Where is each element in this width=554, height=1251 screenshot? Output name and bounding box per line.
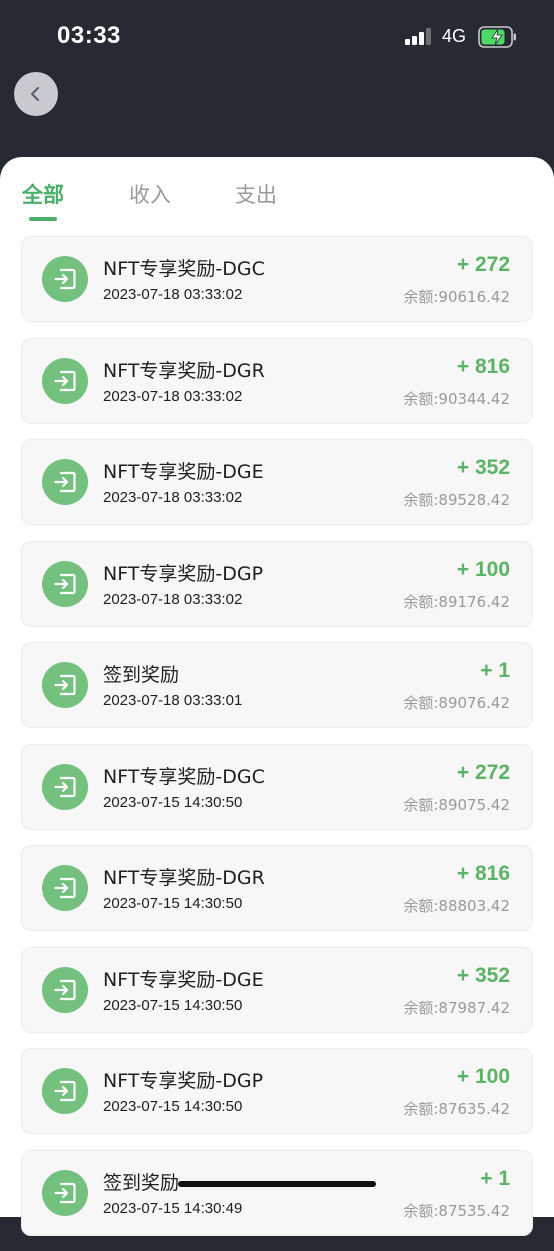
transaction-row[interactable]: NFT专享奖励-DGP 2023-07-18 03:33:02 + 100 余额:89… (21, 540, 533, 627)
filter-tabs: 全部 收入 支出 (0, 157, 554, 227)
transaction-balance: 余额:87635.42 (403, 1100, 510, 1118)
transaction-title: NFT专享奖励-DGP (103, 562, 264, 585)
transaction-balance: 余额:89528.42 (403, 491, 510, 509)
transaction-row[interactable]: 签到奖励 2023-07-15 14:30:49 + 1 余额:87535.42 (21, 1149, 533, 1236)
transaction-balance: 余额:90344.42 (403, 389, 510, 408)
sign-in-icon (42, 662, 88, 708)
sign-in-icon (42, 459, 88, 505)
transaction-row[interactable]: NFT专享奖励-DGC 2023-07-15 14:30:50 + 272 余额:89… (21, 743, 533, 830)
transaction-balance: 余额:87535.42 (403, 1201, 510, 1220)
transaction-time: 2023-07-15 14:30:50 (103, 895, 243, 912)
sign-in-icon (42, 1068, 88, 1114)
transaction-balance: 余额:89076.42 (403, 694, 510, 712)
sign-in-icon (42, 357, 88, 404)
transaction-time: 2023-07-18 03:33:02 (103, 489, 243, 506)
transaction-title: 签到奖励 (103, 1171, 180, 1194)
transaction-row[interactable]: NFT专享奖励-DGR 2023-07-18 03:33:02 + 816 余额:90… (21, 337, 533, 424)
transaction-time: 2023-07-18 03:33:02 (103, 286, 243, 303)
transaction-time: 2023-07-18 03:33:02 (103, 387, 243, 405)
transaction-amount: + 100 (456, 1065, 510, 1088)
transaction-time: 2023-07-15 14:30:50 (103, 1098, 243, 1115)
transaction-time: 2023-07-15 14:30:49 (103, 1199, 243, 1217)
transaction-balance: 余额:89176.42 (403, 592, 510, 611)
transaction-title: NFT专享奖励-DGP (103, 1070, 264, 1092)
network-type: 4G (442, 26, 467, 46)
transaction-amount: + 352 (456, 456, 510, 479)
transaction-title: NFT专享奖励-DGE (103, 968, 264, 991)
chevron-left-icon (31, 87, 39, 101)
back-button[interactable] (14, 72, 58, 116)
transaction-amount: + 816 (456, 354, 510, 378)
transaction-amount: + 272 (456, 253, 510, 276)
signal-icon (405, 28, 431, 45)
sign-in-icon (42, 763, 88, 810)
transaction-row[interactable]: NFT专享奖励-DGP 2023-07-15 14:30:50 + 100 余额:87… (21, 1048, 533, 1134)
transaction-title: NFT专享奖励-DGR (103, 867, 265, 889)
transaction-balance: 余额:88803.42 (403, 897, 510, 915)
transaction-title: NFT专享奖励-DGR (103, 359, 265, 382)
tab-all[interactable]: 全部 (22, 179, 64, 209)
transaction-amount: + 100 (456, 557, 510, 581)
sign-in-icon (42, 560, 88, 607)
transaction-amount: + 1 (480, 659, 510, 682)
transaction-time: 2023-07-18 03:33:02 (103, 590, 243, 608)
transaction-title: NFT专享奖励-DGE (103, 461, 264, 483)
transaction-balance: 余额:89075.42 (403, 795, 510, 814)
transaction-amount: + 816 (456, 862, 510, 885)
transaction-title: NFT专享奖励-DGC (103, 765, 265, 788)
transaction-amount: + 1 (480, 1166, 510, 1190)
transaction-time: 2023-07-15 14:30:50 (103, 996, 243, 1014)
battery-charging-icon (478, 26, 516, 48)
sign-in-icon (42, 256, 88, 302)
transaction-list: NFT专享奖励-DGC 2023-07-18 03:33:02 + 272 余额:90… (21, 236, 533, 1251)
tab-expense[interactable]: 支出 (235, 179, 277, 209)
transaction-row[interactable]: NFT专享奖励-DGC 2023-07-18 03:33:02 + 272 余额:90… (21, 236, 533, 322)
transaction-amount: + 272 (456, 760, 510, 784)
transaction-time: 2023-07-18 03:33:01 (103, 692, 243, 709)
status-time: 03:33 (57, 22, 121, 49)
home-indicator (178, 1181, 376, 1187)
transaction-amount: + 352 (456, 963, 510, 987)
transaction-row[interactable]: NFT专享奖励-DGE 2023-07-18 03:33:02 + 352 余额:89… (21, 439, 533, 525)
sign-in-icon (42, 865, 88, 911)
transaction-row[interactable]: 签到奖励 2023-07-18 03:33:01 + 1 余额:89076.42 (21, 642, 533, 728)
status-bar: 03:33 4G (0, 0, 554, 75)
sign-in-icon (42, 966, 88, 1013)
transaction-row[interactable]: NFT专享奖励-DGE 2023-07-15 14:30:50 + 352 余额:87… (21, 946, 533, 1033)
transaction-title: NFT专享奖励-DGC (103, 258, 265, 280)
tab-income[interactable]: 收入 (129, 179, 171, 209)
transaction-row[interactable]: NFT专享奖励-DGR 2023-07-15 14:30:50 + 816 余额:88… (21, 845, 533, 931)
transaction-title: 签到奖励 (103, 664, 180, 686)
transaction-time: 2023-07-15 14:30:50 (103, 793, 243, 811)
sign-in-icon (42, 1169, 88, 1216)
transaction-sheet: 全部 收入 支出 NFT专享奖励-DGC 2023-07-18 03:33:02 +… (0, 157, 554, 1236)
transaction-balance: 余额:90616.42 (403, 288, 510, 306)
active-tab-indicator (29, 217, 57, 221)
transaction-balance: 余额:87987.42 (403, 998, 510, 1017)
